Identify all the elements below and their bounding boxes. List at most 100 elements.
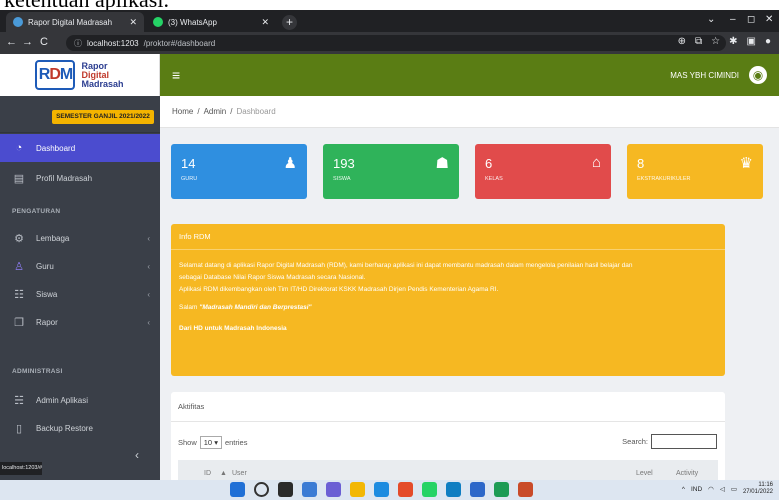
col-activity[interactable]: Activity [676, 470, 698, 477]
sidebar-item-label: Dashboard [36, 143, 76, 153]
windows-start-icon[interactable] [230, 482, 245, 497]
taskbar-apps [230, 482, 533, 497]
close-tab-icon[interactable]: ✕ [261, 17, 269, 28]
sidebar-item-label: Admin Aplikasi [36, 395, 89, 405]
menu-toggle-icon[interactable]: ≡ [172, 67, 180, 83]
sidebar-item-label: Profil Madrasah [36, 173, 93, 183]
sort-icon[interactable]: ▲ [220, 470, 227, 477]
close-tab-icon[interactable]: ✕ [129, 17, 137, 28]
chrome-icon[interactable] [398, 482, 413, 497]
wifi-icon[interactable]: ◠ [708, 485, 714, 493]
favicon-icon [13, 17, 23, 27]
sidebar-item-dashboard[interactable]: ◔ Dashboard [0, 134, 160, 162]
breadcrumb-home[interactable]: Home [172, 107, 193, 116]
stat-card-ekstrakurikuler[interactable]: 8 EKSTRAKURIKULER ♛ [627, 144, 763, 199]
info-paragraph: sebagai Database Nilai Rapor Siswa Madra… [179, 274, 366, 281]
volume-icon[interactable]: ◁ [720, 485, 725, 493]
chat-icon[interactable] [326, 482, 341, 497]
sidebar-item-rapor[interactable]: ❐ Rapor ‹ [0, 308, 160, 336]
stat-value: 8 [637, 156, 645, 171]
user-menu[interactable]: MAS YBH CIMINDI ◉ [670, 66, 767, 84]
extensions-icon[interactable]: ✱ [729, 36, 737, 47]
breadcrumb: Home / Admin / Dashboard [160, 96, 779, 128]
search-input[interactable] [651, 434, 717, 449]
profile-icon[interactable]: ● [765, 36, 771, 47]
motto-prefix: Salam [179, 304, 198, 311]
widgets-icon[interactable] [302, 482, 317, 497]
sidebar-item-siswa[interactable]: ☷ Siswa ‹ [0, 280, 160, 308]
store-icon[interactable] [446, 482, 461, 497]
sidebar-item-backup-restore[interactable]: ▯ Backup Restore [0, 414, 160, 442]
sidebar-item-guru[interactable]: ♙ Guru ‹ [0, 252, 160, 280]
sidebar-item-profil-madrasah[interactable]: ▤ Profil Madrasah [0, 164, 160, 192]
table-search: Search: [622, 434, 717, 449]
url-input[interactable]: ⓘ localhost:1203/proktor#/dashboard [66, 35, 726, 51]
task-view-icon[interactable] [278, 482, 293, 497]
powerpoint-icon[interactable] [518, 482, 533, 497]
clock-time: 11:16 [758, 482, 773, 488]
whatsapp-icon[interactable] [422, 482, 437, 497]
caption-text-strip: ketentuan aplikasi. [0, 0, 779, 10]
info-title: Info RDM [171, 224, 725, 250]
minimize-icon[interactable]: – [730, 14, 736, 25]
stat-card-kelas[interactable]: 6 KELAS ⌂ [475, 144, 611, 199]
forward-icon[interactable]: → [22, 36, 33, 48]
bookmark-star-icon[interactable]: ☆ [711, 36, 720, 47]
stat-value: 193 [333, 156, 355, 171]
stat-value: 14 [181, 156, 196, 171]
breadcrumb-separator: / [230, 107, 233, 116]
search-icon[interactable] [254, 482, 269, 497]
url-host: localhost:1203 [87, 38, 139, 48]
stat-label: GURU [181, 176, 198, 182]
sidebar-item-admin-aplikasi[interactable]: ☵ Admin Aplikasi [0, 386, 160, 414]
logo-text: Rapor Digital Madrasah [81, 61, 123, 89]
stat-card-guru[interactable]: 14 GURU ♟ [171, 144, 307, 199]
col-id[interactable]: ID [204, 470, 211, 477]
tab-rapor[interactable]: Rapor Digital Madrasah ✕ [6, 12, 144, 32]
collapse-sidebar-icon[interactable]: ‹ [135, 448, 139, 462]
sidebar-section-administrasi: ADMINISTRASI [12, 368, 63, 375]
maximize-icon[interactable]: ◻ [747, 14, 755, 25]
new-tab-button[interactable]: + [282, 15, 297, 30]
tab-whatsapp[interactable]: (3) WhatsApp ✕ [146, 12, 276, 32]
install-icon[interactable]: ⊕ [678, 36, 686, 47]
file-explorer-icon[interactable] [350, 482, 365, 497]
users-cog-icon: ☵ [14, 394, 24, 407]
tab-label: (3) WhatsApp [168, 17, 217, 27]
chevron-left-icon: ‹ [147, 261, 150, 271]
battery-icon[interactable]: ▭ [731, 485, 737, 493]
edge-icon[interactable] [374, 482, 389, 497]
breadcrumb-admin[interactable]: Admin [204, 107, 227, 116]
back-icon[interactable]: ← [6, 36, 17, 48]
system-tray: ^ IND ◠ ◁ ▭ 11:16 27/01/2022 [682, 482, 773, 496]
activity-title: Aktifitas [171, 392, 725, 422]
sidebar-item-label: Backup Restore [36, 423, 93, 433]
info-body: Selamat datang di aplikasi Rapor Digital… [171, 250, 725, 334]
excel-icon[interactable] [494, 482, 509, 497]
user-icon: ♙ [14, 260, 24, 273]
close-window-icon[interactable]: ✕ [765, 14, 773, 25]
app-logo[interactable]: RDM Rapor Digital Madrasah [0, 54, 160, 96]
stat-card-siswa[interactable]: 193 SISWA ☗ [323, 144, 459, 199]
entries-select[interactable]: 10 ▾ [199, 436, 222, 449]
chevron-up-icon[interactable]: ^ [682, 486, 685, 493]
col-level[interactable]: Level [636, 470, 653, 477]
building-icon: ▤ [13, 172, 25, 185]
word-icon[interactable] [470, 482, 485, 497]
info-paragraph: Aplikasi RDM dikembangkan oleh Tim IT/HD… [179, 286, 499, 293]
entries-value: 10 [203, 438, 213, 447]
search-label: Search: [622, 437, 648, 446]
user-icon: ♟ [283, 155, 297, 172]
main-content: Home / Admin / Dashboard 14 GURU ♟ 193 S… [160, 96, 779, 482]
rdm-logo-icon: RDM [35, 60, 76, 90]
language-indicator[interactable]: IND [691, 486, 702, 493]
sidebar-item-lembaga[interactable]: ⚙ Lembaga ‹ [0, 224, 160, 252]
reload-icon[interactable]: C [40, 36, 48, 48]
col-user[interactable]: User [232, 470, 247, 477]
avatar: ◉ [749, 66, 767, 84]
sidepanel-icon[interactable]: ▣ [747, 36, 756, 47]
share-icon[interactable]: ⧉ [695, 36, 702, 47]
stat-value: 6 [485, 156, 493, 171]
tab-search-icon[interactable]: ⌄ [707, 14, 715, 25]
clock[interactable]: 11:16 27/01/2022 [743, 482, 773, 496]
